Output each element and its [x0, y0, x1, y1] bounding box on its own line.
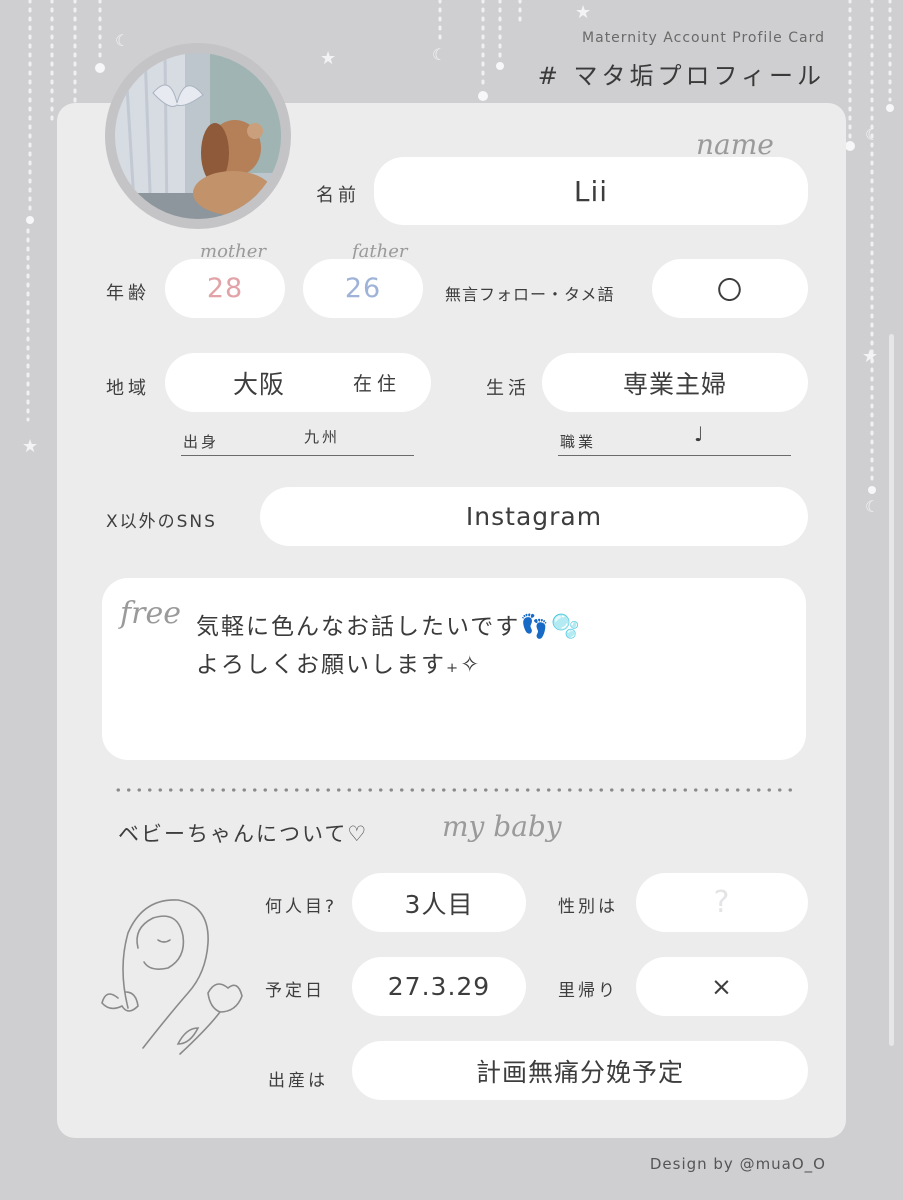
gender-field[interactable]: ? [636, 873, 808, 932]
svg-text:★: ★ [862, 346, 878, 367]
name-label: 名前 [316, 185, 360, 206]
hometown-underline [181, 455, 414, 456]
hometown-value: 九州 [304, 428, 341, 446]
sns-label: X以外のSNS [106, 512, 217, 532]
birth-plan-field[interactable]: 計画無痛分娩予定 [352, 1041, 808, 1100]
hometown-label: 出身 [183, 433, 220, 451]
job-value: ♩ [694, 422, 707, 446]
age-label: 年齢 [106, 283, 150, 304]
svg-text:☾: ☾ [115, 31, 129, 50]
life-field[interactable]: 専業主婦 [542, 353, 808, 412]
birth-plan-label: 出産は [268, 1071, 328, 1091]
baby-section-script: my baby [442, 810, 562, 843]
silent-follow-field[interactable]: 〇 [652, 259, 808, 318]
svg-text:★: ★ [575, 2, 591, 23]
due-date-field[interactable]: 27.3.29 [352, 957, 526, 1016]
job-underline [558, 455, 791, 456]
father-age-field[interactable]: 26 [303, 259, 423, 318]
svg-text:★: ★ [320, 48, 336, 69]
design-credit: Design by @muaO_O [649, 1155, 826, 1173]
silent-follow-label: 無言フォロー・タメ語 [445, 285, 615, 304]
homecoming-field[interactable]: × [636, 957, 808, 1016]
free-script-label: free [120, 596, 181, 631]
life-label: 生活 [486, 378, 530, 399]
svg-text:★: ★ [22, 436, 38, 457]
region-value: 大阪 [233, 369, 286, 399]
avatar [105, 43, 291, 229]
baby-line-art-icon [101, 899, 243, 1055]
svg-text:☾: ☾ [432, 45, 446, 64]
svg-text:☾: ☾ [865, 125, 879, 144]
dotted-divider [113, 788, 795, 792]
header-title: # マタ垢プロフィール [537, 62, 825, 90]
job-label: 職業 [560, 433, 597, 451]
order-field[interactable]: 3人目 [352, 873, 526, 932]
region-field[interactable]: 大阪 在住 [165, 353, 431, 412]
free-text: 気軽に色んなお話したいです👣🫧 よろしくお願いします₊✧ [196, 614, 582, 678]
homecoming-label: 里帰り [558, 981, 618, 1001]
scrollbar[interactable] [889, 334, 894, 1046]
svg-text:☾: ☾ [865, 497, 879, 516]
mother-age-field[interactable]: 28 [165, 259, 285, 318]
avatar-illustration [115, 53, 281, 219]
due-date-label: 予定日 [265, 981, 325, 1001]
region-label: 地域 [106, 378, 150, 399]
order-label: 何人目? [265, 897, 338, 917]
gender-label: 性別は [558, 897, 618, 917]
region-suffix: 在住 [353, 373, 402, 395]
name-field[interactable]: Lii [374, 157, 808, 225]
header-subtitle: Maternity Account Profile Card [582, 30, 825, 46]
sns-field[interactable]: Instagram [260, 487, 808, 546]
baby-section-title: ベビーちゃんについて♡ [118, 822, 369, 846]
